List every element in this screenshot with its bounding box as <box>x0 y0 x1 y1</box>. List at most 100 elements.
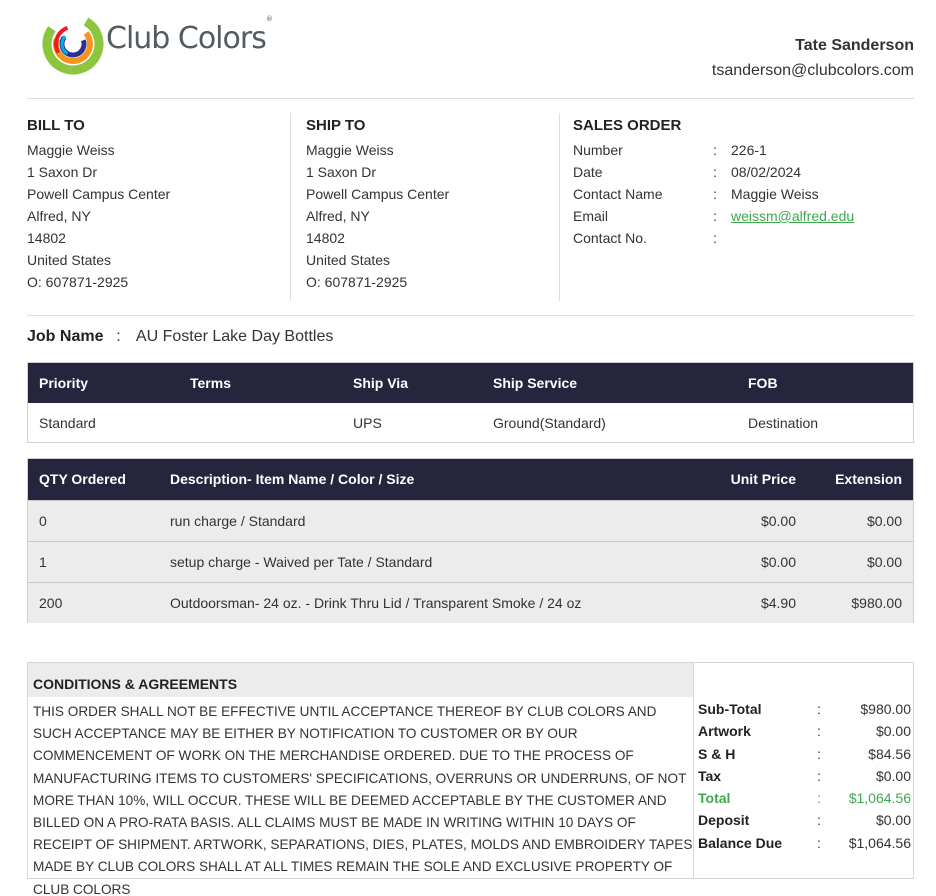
job-name-value: AU Foster Lake Day Bottles <box>135 328 334 345</box>
ship-to-line: Maggie Weiss <box>306 142 394 158</box>
total-colon: : <box>817 701 821 717</box>
so-number-value: 226-1 <box>731 142 767 158</box>
total-row-subtotal: Sub-Total : $980.00 <box>698 698 911 720</box>
rep-name: Tate Sanderson <box>795 37 914 54</box>
table-row: 200 Outdoorsman- 24 oz. - Drink Thru Lid… <box>28 582 913 623</box>
bill-to-title: BILL TO <box>27 117 85 134</box>
so-row-contact-name: Contact Name : Maggie Weiss <box>573 183 913 205</box>
header-unit-price: Unit Price <box>730 471 796 487</box>
document-header: Club Colors® Tate Sanderson tsanderson@c… <box>27 0 914 99</box>
sales-order-block: SALES ORDER Number : 226-1 Date : 08/02/… <box>573 117 913 249</box>
total-label: Tax <box>698 767 722 784</box>
ship-to-line: United States <box>306 252 391 268</box>
table-row: 1 setup charge - Waived per Tate / Stand… <box>28 541 913 582</box>
shipping-table-header: Priority Terms Ship Via Ship Service FOB <box>28 363 913 403</box>
ship-to-line: 1 Saxon Dr <box>306 164 377 180</box>
so-label: Number <box>573 142 623 158</box>
so-row-number: Number : 226-1 <box>573 139 913 161</box>
header-description: Description- Item Name / Color / Size <box>170 471 415 487</box>
fob-cell: Destination <box>748 415 819 431</box>
contact-email-link[interactable]: weissm@alfred.edu <box>731 208 854 224</box>
total-row-deposit: Deposit : $0.00 <box>698 809 911 831</box>
qty-cell: 0 <box>39 513 47 529</box>
ship-to-block: SHIP TO Maggie Weiss 1 Saxon Dr Powell C… <box>306 117 449 293</box>
job-name-label: Job Name <box>27 328 104 345</box>
bill-to-line: Alfred, NY <box>27 208 91 224</box>
unit-price-cell: $0.00 <box>760 554 796 570</box>
total-label: S & H <box>698 745 736 762</box>
total-label: Artwork <box>698 723 751 740</box>
header-terms: Terms <box>190 375 231 391</box>
total-colon: : <box>817 834 821 851</box>
items-table: QTY Ordered Description- Item Name / Col… <box>27 458 914 623</box>
bill-to-line: Powell Campus Center <box>27 186 171 202</box>
so-row-contact-no: Contact No. : <box>573 227 913 249</box>
total-row-balance-due: Balance Due : $1,064.56 <box>698 832 911 854</box>
total-value: $0.00 <box>875 723 911 740</box>
total-value: $0.00 <box>875 812 911 829</box>
so-date-value: 08/02/2024 <box>731 164 802 180</box>
header-priority: Priority <box>39 375 89 391</box>
conditions-text: THIS ORDER SHALL NOT BE EFFECTIVE UNTIL … <box>33 704 693 896</box>
items-table-header: QTY Ordered Description- Item Name / Col… <box>28 459 913 500</box>
total-colon: : <box>817 812 821 829</box>
ship-to-title: SHIP TO <box>306 117 366 134</box>
description-cell: setup charge - Waived per Tate / Standar… <box>170 554 433 570</box>
so-email-value: weissm@alfred.edu <box>731 205 854 227</box>
total-value: $1,064.56 <box>848 790 911 807</box>
so-colon: : <box>713 186 717 202</box>
so-label: Email <box>573 208 609 224</box>
total-value: $0.00 <box>875 767 911 784</box>
total-colon: : <box>817 767 821 784</box>
priority-cell: Standard <box>39 415 96 431</box>
column-divider <box>559 113 560 301</box>
description-cell: Outdoorsman- 24 oz. - Drink Thru Lid / T… <box>170 595 582 611</box>
rep-email: tsanderson@clubcolors.com <box>711 62 914 79</box>
total-colon: : <box>817 790 821 807</box>
total-value: $1,064.56 <box>848 834 911 851</box>
conditions-and-totals: CONDITIONS & AGREEMENTS THIS ORDER SHALL… <box>27 662 914 896</box>
bill-to-block: BILL TO Maggie Weiss 1 Saxon Dr Powell C… <box>27 117 170 293</box>
so-label: Date <box>573 164 603 180</box>
total-row-tax: Tax : $0.00 <box>698 765 911 787</box>
section-divider <box>27 315 914 316</box>
shipping-table: Priority Terms Ship Via Ship Service FOB… <box>27 362 914 443</box>
total-row-shipping: S & H : $84.56 <box>698 743 911 765</box>
total-label: Total <box>698 790 731 807</box>
qty-cell: 200 <box>39 595 63 611</box>
qty-cell: 1 <box>39 554 47 570</box>
totals-panel: Sub-Total : $980.00 Artwork : $0.00 S & … <box>698 698 911 854</box>
total-row-artwork: Artwork : $0.00 <box>698 720 911 742</box>
sales-order-title: SALES ORDER <box>573 117 682 134</box>
ship-service-cell: Ground(Standard) <box>493 415 606 431</box>
ship-to-line: 14802 <box>306 230 345 246</box>
ship-via-cell: UPS <box>353 415 382 431</box>
so-label: Contact Name <box>573 186 663 202</box>
conditions-divider <box>693 663 694 879</box>
extension-cell: $0.00 <box>866 513 902 529</box>
so-colon: : <box>713 230 717 246</box>
table-row: 0 run charge / Standard $0.00 $0.00 <box>28 500 913 541</box>
conditions-title: CONDITIONS & AGREEMENTS <box>28 663 693 697</box>
bill-to-line: O: 607871-2925 <box>27 274 129 290</box>
job-name-row: Job Name: AU Foster Lake Day Bottles <box>27 328 333 346</box>
total-colon: : <box>817 723 821 740</box>
extension-cell: $980.00 <box>851 595 902 611</box>
header-qty: QTY Ordered <box>39 471 126 487</box>
so-colon: : <box>713 142 717 158</box>
total-value: $980.00 <box>860 701 911 717</box>
unit-price-cell: $4.90 <box>760 595 796 611</box>
bill-to-line: 1 Saxon Dr <box>27 164 98 180</box>
extension-cell: $0.00 <box>866 554 902 570</box>
total-label: Sub-Total <box>698 701 762 717</box>
header-ship-service: Ship Service <box>493 375 578 391</box>
header-fob: FOB <box>748 375 778 391</box>
header-ship-via: Ship Via <box>353 375 408 391</box>
so-row-date: Date : 08/02/2024 <box>573 161 913 183</box>
table-row: Standard UPS Ground(Standard) Destinatio… <box>28 403 913 443</box>
unit-price-cell: $0.00 <box>760 513 796 529</box>
total-value: $84.56 <box>868 745 911 762</box>
so-row-email: Email : weissm@alfred.edu <box>573 205 913 227</box>
logo-wordmark: Club Colors® <box>106 15 273 56</box>
ship-to-line: Alfred, NY <box>306 208 370 224</box>
